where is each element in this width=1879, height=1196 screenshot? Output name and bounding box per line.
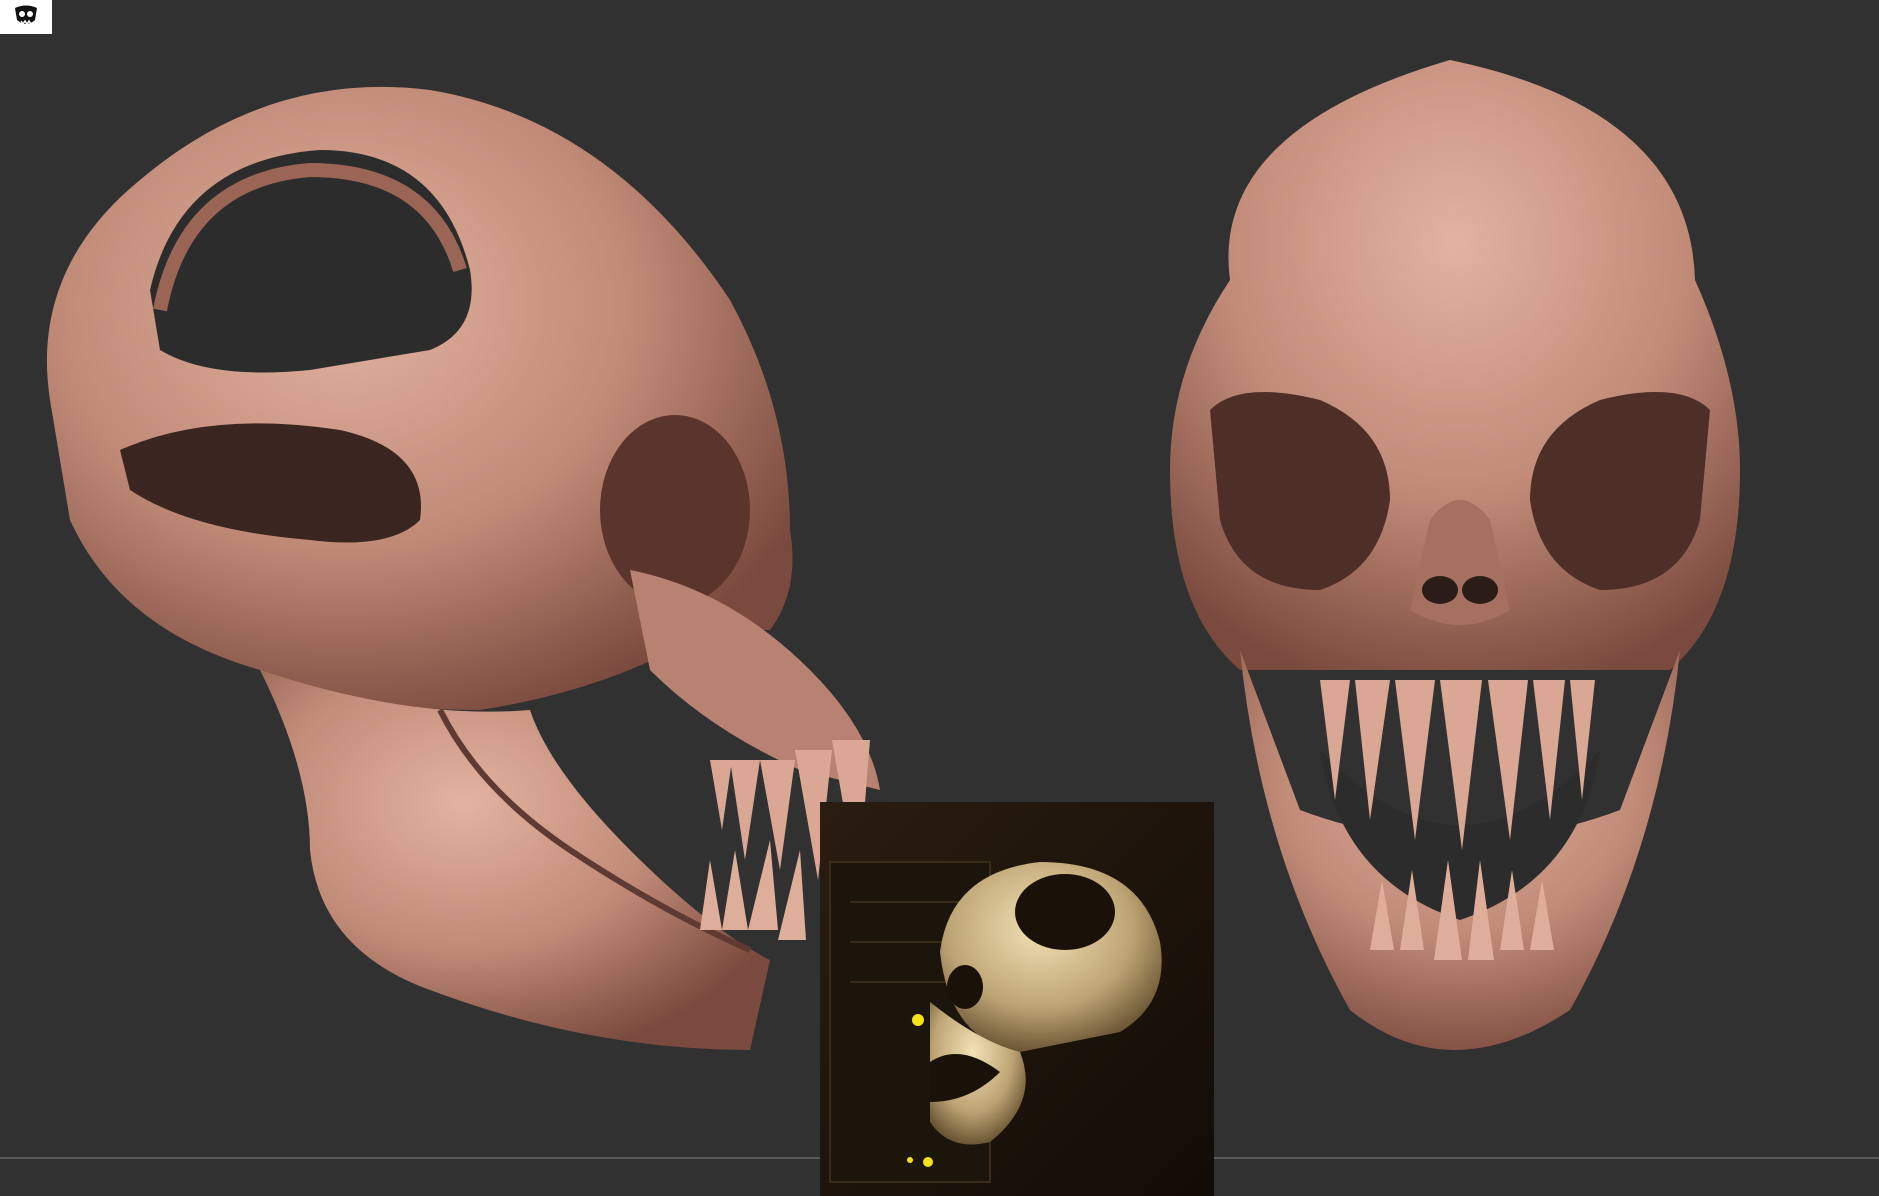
front-view-skull-sculpt	[1170, 60, 1740, 1050]
side-view-skull-sculpt	[46, 86, 880, 1050]
reference-render-thumbnail[interactable]	[820, 802, 1214, 1196]
app-logo-icon[interactable]	[0, 0, 52, 34]
sculpt-viewport[interactable]	[0, 0, 1879, 1196]
